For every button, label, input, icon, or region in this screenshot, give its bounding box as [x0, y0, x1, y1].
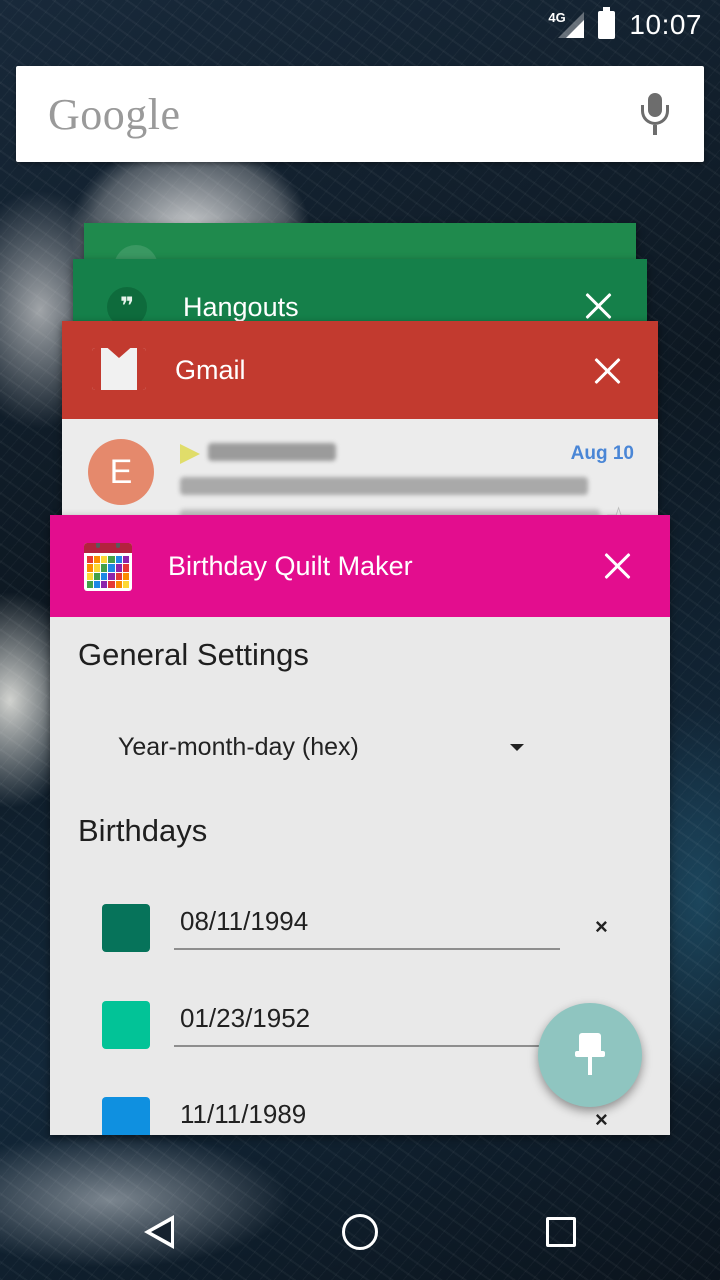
- mic-icon[interactable]: [638, 91, 672, 137]
- date-value: 11/11/1989: [180, 1099, 307, 1129]
- pin-icon: [575, 1033, 605, 1077]
- quilt-square: [101, 580, 108, 588]
- quilt-square: [94, 556, 101, 564]
- quilt-square: [87, 572, 94, 580]
- importance-marker-icon: [180, 444, 200, 464]
- recents-icon[interactable]: [546, 1217, 576, 1247]
- quilt-square: [101, 564, 108, 572]
- status-bar: 4G 10:07: [0, 0, 720, 50]
- quilt-square: [122, 556, 129, 564]
- birthday-date-field[interactable]: 01/23/1952: [174, 1001, 560, 1047]
- blurred-sender: [208, 443, 336, 461]
- card-title: Gmail: [175, 355, 246, 385]
- list-item: E Aug 10 ☆: [62, 419, 658, 521]
- quilt-square: [122, 580, 129, 588]
- dropdown-arrow-icon: [510, 743, 524, 751]
- color-swatch[interactable]: [102, 1097, 150, 1135]
- quilt-square: [101, 572, 108, 580]
- avatar: E: [88, 439, 154, 505]
- google-search-bar[interactable]: Google: [16, 66, 704, 162]
- quilt-square: [108, 564, 115, 572]
- card-title: Hangouts: [183, 292, 299, 322]
- birthday-date-field[interactable]: 08/11/1994: [174, 904, 560, 950]
- quilt-square: [94, 572, 101, 580]
- navigation-bar: [0, 1184, 720, 1280]
- date-format-select[interactable]: Year-month-day (hex): [118, 725, 538, 769]
- mail-date: Aug 10: [570, 443, 634, 464]
- status-time: 10:07: [629, 9, 702, 40]
- quilt-square: [122, 572, 129, 580]
- color-swatch[interactable]: [102, 1001, 150, 1049]
- gmail-icon: [92, 348, 146, 390]
- quilt-square: [108, 572, 115, 580]
- battery-icon: [598, 7, 616, 39]
- section-heading-general: General Settings: [78, 637, 309, 672]
- birthday-date-field[interactable]: 11/11/1989: [174, 1097, 560, 1135]
- quilt-square: [122, 564, 129, 572]
- quilt-square: [115, 580, 122, 588]
- birthday-row: 08/11/1994 ×: [100, 904, 620, 964]
- signal-icon: 4G: [548, 10, 585, 40]
- date-value: 08/11/1994: [180, 906, 309, 936]
- network-type: 4G: [548, 10, 566, 25]
- quilt-square: [87, 580, 94, 588]
- quilt-square: [94, 580, 101, 588]
- home-icon[interactable]: [342, 1214, 378, 1250]
- card-header: Birthday Quilt Maker: [50, 515, 670, 617]
- close-icon[interactable]: [585, 292, 613, 320]
- select-value: Year-month-day (hex): [118, 732, 359, 761]
- quilt-square: [87, 564, 94, 572]
- birthday-row: 11/11/1989 ×: [100, 1097, 620, 1135]
- quilt-square: [101, 556, 108, 564]
- close-icon[interactable]: [604, 552, 632, 580]
- google-logo: Google: [48, 89, 181, 139]
- close-icon[interactable]: [594, 357, 622, 385]
- quilt-square: [108, 580, 115, 588]
- quilt-square: [115, 564, 122, 572]
- calendar-quilt-icon: [84, 543, 132, 591]
- color-swatch[interactable]: [102, 904, 150, 952]
- quilt-square: [115, 572, 122, 580]
- quilt-square: [94, 564, 101, 572]
- recent-app-card-gmail[interactable]: Gmail E Aug 10 ☆: [62, 321, 658, 521]
- quilt-square: [115, 556, 122, 564]
- back-icon[interactable]: [144, 1215, 174, 1249]
- pin-fab-button[interactable]: [538, 1003, 642, 1107]
- remove-birthday-button[interactable]: ×: [595, 1107, 608, 1133]
- card-header: Gmail: [62, 321, 658, 419]
- card-title: Birthday Quilt Maker: [168, 551, 413, 581]
- date-value: 01/23/1952: [180, 1003, 311, 1033]
- quilt-square: [108, 556, 115, 564]
- section-heading-birthdays: Birthdays: [78, 813, 208, 848]
- quilt-square: [87, 556, 94, 564]
- remove-birthday-button[interactable]: ×: [595, 914, 608, 940]
- blurred-subject: [180, 477, 588, 495]
